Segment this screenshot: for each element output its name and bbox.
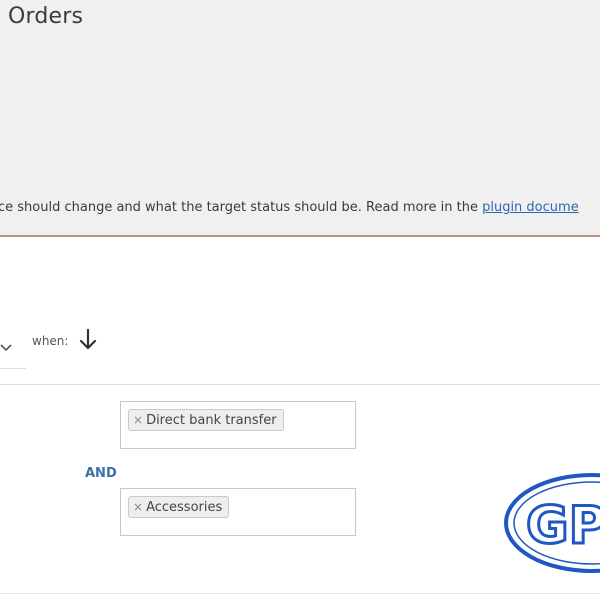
close-icon[interactable]: ×	[133, 413, 143, 427]
description-text: ce should change and what the target sta…	[0, 200, 579, 215]
payment-method-select[interactable]: × Direct bank transfer	[120, 401, 356, 449]
status-select[interactable]	[0, 332, 26, 369]
tag-chip-label: Direct bank transfer	[146, 413, 277, 428]
and-operator-label: AND	[85, 466, 117, 481]
close-icon[interactable]: ×	[133, 500, 143, 514]
plugin-docs-link[interactable]: plugin docume	[482, 200, 579, 215]
arrow-down-icon[interactable]	[78, 328, 98, 352]
selected-tag-chip: × Direct bank transfer	[128, 409, 284, 431]
when-label: when:	[32, 334, 69, 348]
watermark-logo: GP	[500, 465, 600, 585]
watermark-graphic: GP	[504, 473, 600, 573]
watermark-text: GP	[526, 496, 600, 556]
product-category-select[interactable]: × Accessories	[120, 488, 356, 536]
tag-chip-label: Accessories	[146, 500, 223, 515]
chevron-down-icon	[0, 344, 12, 352]
page-title: Orders	[8, 4, 84, 29]
settings-header-panel: Orders ce should change and what the tar…	[0, 0, 600, 237]
rule-trigger-row: when:	[0, 326, 600, 385]
selected-tag-chip: × Accessories	[128, 496, 230, 518]
section-divider	[0, 593, 600, 594]
description-body: ce should change and what the target sta…	[0, 200, 483, 215]
